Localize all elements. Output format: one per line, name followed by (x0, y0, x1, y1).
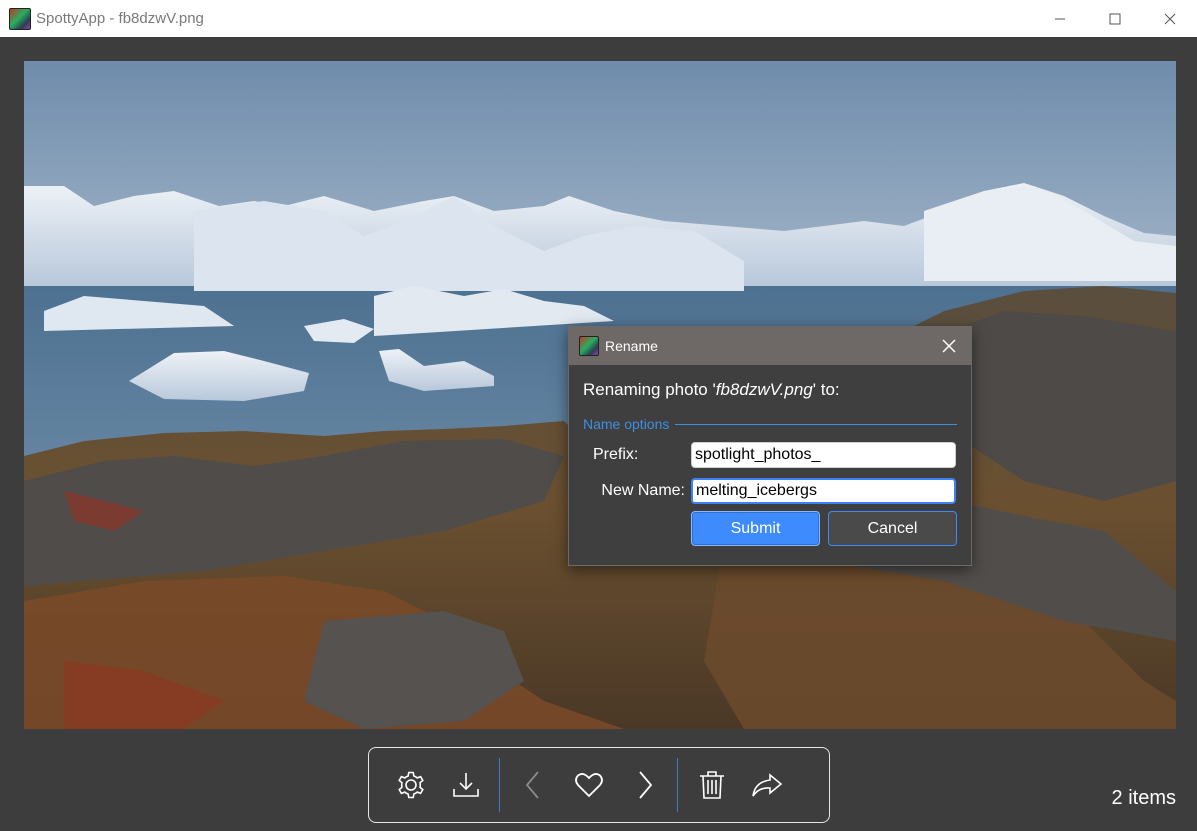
new-name-input[interactable] (691, 478, 956, 504)
cancel-button[interactable]: Cancel (828, 511, 957, 546)
new-name-label: New Name: (601, 482, 685, 499)
share-icon (751, 773, 782, 797)
delete-button[interactable] (684, 758, 739, 813)
download-button[interactable] (438, 758, 493, 813)
settings-button[interactable] (383, 758, 438, 813)
chevron-left-icon (525, 771, 539, 799)
close-window-button[interactable] (1142, 0, 1197, 37)
dialog-titlebar: Rename (569, 327, 971, 365)
favorite-button[interactable] (561, 758, 616, 813)
minimize-icon (1054, 18, 1065, 19)
prefix-label: Prefix: (593, 446, 639, 463)
window-controls (1032, 0, 1197, 37)
maximize-button[interactable] (1087, 0, 1142, 37)
share-button[interactable] (739, 758, 794, 813)
toolbar-divider (677, 758, 678, 812)
dialog-title: Rename (605, 338, 658, 354)
prefix-row: Prefix: (583, 441, 957, 469)
name-options-group: Name options (583, 416, 957, 432)
rename-message: Renaming photo 'fb8dzwV.png' to: (583, 380, 957, 402)
chevron-right-icon (638, 771, 652, 799)
group-divider (675, 423, 957, 425)
close-icon (942, 339, 956, 353)
prefix-input[interactable] (691, 442, 956, 468)
app-logo-icon (579, 336, 599, 356)
photo-toolbar (368, 747, 830, 823)
message-prefix: Renaming photo ' (583, 380, 716, 399)
submit-button[interactable]: Submit (691, 511, 820, 546)
group-label: Name options (583, 416, 670, 432)
message-suffix: ' to: (812, 380, 840, 399)
message-filename: fb8dzwV.png (715, 380, 813, 399)
rename-dialog: Rename Renaming photo 'fb8dzwV.png' to: … (568, 326, 972, 566)
window-title: SpottyApp - fb8dzwV.png (36, 10, 204, 27)
trash-icon (699, 771, 724, 799)
next-button[interactable] (616, 758, 671, 813)
maximize-icon (1109, 13, 1120, 24)
app-logo-icon (9, 7, 31, 30)
download-icon (452, 773, 479, 797)
new-name-row: New Name: (583, 477, 957, 505)
heart-icon (574, 773, 603, 798)
items-count: 2 items (1111, 787, 1176, 809)
dialog-buttons: Submit Cancel (691, 511, 957, 546)
gear-icon (397, 771, 424, 799)
previous-button[interactable] (506, 758, 561, 813)
minimize-button[interactable] (1032, 0, 1087, 37)
toolbar-divider (499, 758, 500, 812)
close-icon (1164, 13, 1175, 24)
dialog-close-button[interactable] (939, 336, 959, 356)
window-titlebar: SpottyApp - fb8dzwV.png (0, 0, 1197, 37)
